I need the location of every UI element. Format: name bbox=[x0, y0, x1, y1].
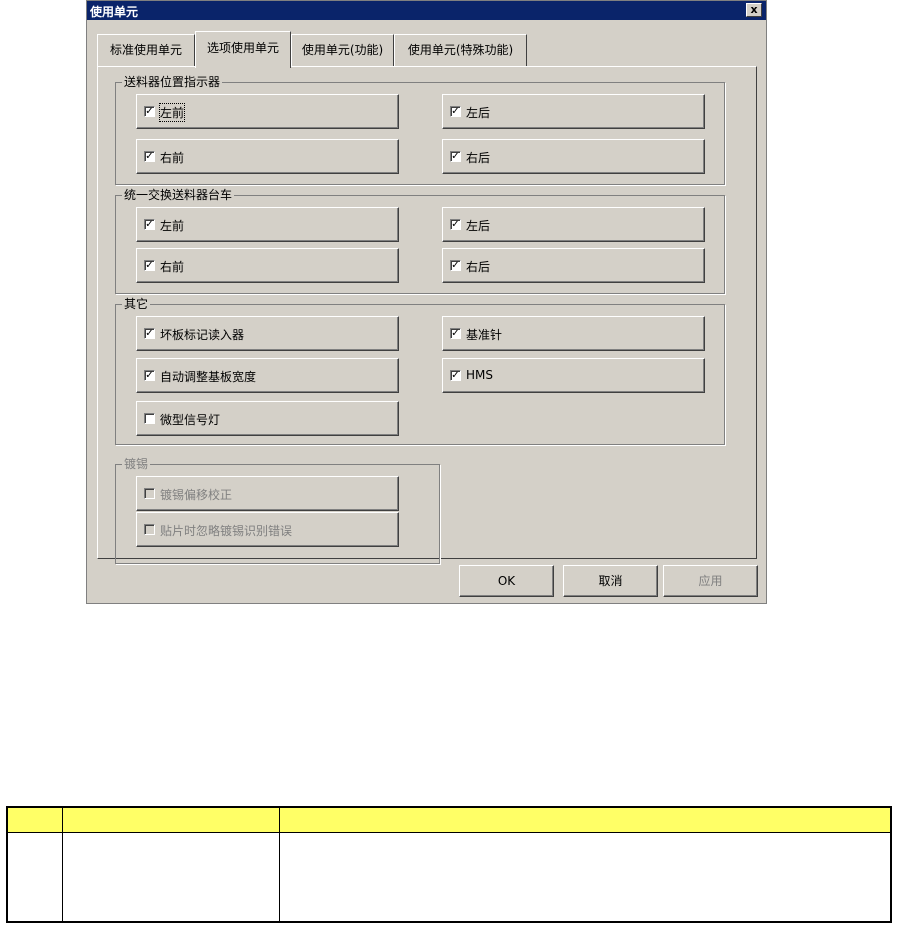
tab-label: 使用单元(特殊功能) bbox=[407, 43, 514, 57]
checkbox-right-front[interactable]: ✓ 右前 bbox=[136, 139, 399, 174]
close-button[interactable]: x bbox=[746, 3, 762, 17]
checkbox-label: 镀锡偏移校正 bbox=[160, 488, 233, 502]
dialog-title: 使用单元 bbox=[90, 5, 139, 19]
checkbox-indicator[interactable]: ✓ bbox=[450, 219, 461, 230]
checkbox-label: 右后 bbox=[466, 260, 491, 274]
checkbox-auto-board-width[interactable]: ✓ 自动调整基板宽度 bbox=[136, 358, 399, 393]
checkbox-indicator[interactable]: ✓ bbox=[144, 370, 155, 381]
table-header-cell bbox=[6, 806, 63, 833]
check-icon: ✓ bbox=[145, 151, 154, 162]
close-icon: x bbox=[750, 3, 758, 16]
checkbox-indicator[interactable]: ✓ bbox=[450, 328, 461, 339]
checkbox-hms[interactable]: ✓ HMS bbox=[442, 358, 705, 393]
checkbox-indicator[interactable]: ✓ bbox=[144, 260, 155, 271]
apply-button[interactable]: 应用 bbox=[663, 565, 758, 597]
check-icon: ✓ bbox=[145, 328, 154, 339]
checkbox-mini-signal-tower[interactable]: 微型信号灯 bbox=[136, 401, 399, 436]
checkbox-ignore-solder-recognition-error[interactable]: 贴片时忽略镀锡识别错误 bbox=[136, 512, 399, 547]
checkbox-label: 右前 bbox=[160, 151, 185, 165]
table-cell bbox=[279, 832, 892, 923]
tab-standard-units[interactable]: 标准使用单元 bbox=[97, 34, 195, 66]
checkbox-label: 基准针 bbox=[466, 328, 503, 342]
checkbox-left-front[interactable]: ✓ 左前 bbox=[136, 207, 399, 242]
table-cell bbox=[6, 832, 63, 923]
checkbox-label: 左后 bbox=[466, 106, 491, 120]
table-header-cell bbox=[62, 806, 280, 833]
checkbox-indicator[interactable]: ✓ bbox=[144, 219, 155, 230]
ok-button[interactable]: OK bbox=[459, 565, 554, 597]
checkbox-indicator[interactable] bbox=[144, 524, 155, 535]
check-icon: ✓ bbox=[451, 151, 460, 162]
tab-panel: 送料器位置指示器 ✓ 左前 ✓ 左后 ✓ 右前 ✓ 右后 统一交换送料器台车 ✓ bbox=[97, 66, 757, 564]
check-icon: ✓ bbox=[145, 219, 154, 230]
checkbox-indicator[interactable]: ✓ bbox=[144, 328, 155, 339]
tab-label: 使用单元(功能) bbox=[301, 43, 384, 57]
checkbox-reference-pin[interactable]: ✓ 基准针 bbox=[442, 316, 705, 351]
check-icon: ✓ bbox=[451, 328, 460, 339]
tab-units-functions[interactable]: 使用单元(功能) bbox=[291, 34, 394, 66]
group-label: 送料器位置指示器 bbox=[122, 75, 223, 89]
check-icon: ✓ bbox=[451, 106, 460, 117]
checkbox-left-rear[interactable]: ✓ 左后 bbox=[442, 207, 705, 242]
check-icon: ✓ bbox=[451, 219, 460, 230]
checkbox-label: 右后 bbox=[466, 151, 491, 165]
tab-units-special-functions[interactable]: 使用单元(特殊功能) bbox=[394, 34, 527, 66]
checkbox-indicator[interactable]: ✓ bbox=[450, 370, 461, 381]
checkbox-right-rear[interactable]: ✓ 右后 bbox=[442, 248, 705, 283]
checkbox-label: 贴片时忽略镀锡识别错误 bbox=[160, 524, 293, 538]
checkbox-right-front[interactable]: ✓ 右前 bbox=[136, 248, 399, 283]
checkbox-indicator[interactable] bbox=[144, 488, 155, 499]
checkbox-label: HMS bbox=[466, 368, 493, 382]
group-label: 其它 bbox=[122, 297, 151, 311]
feeder-position-indicator-group: 送料器位置指示器 ✓ 左前 ✓ 左后 ✓ 右前 ✓ 右后 bbox=[115, 75, 725, 185]
group-label: 统一交换送料器台车 bbox=[122, 188, 235, 202]
description-table bbox=[6, 806, 892, 923]
checkbox-indicator[interactable]: ✓ bbox=[450, 151, 461, 162]
use-unit-dialog: 使用单元 x 标准使用单元 选项使用单元 使用单元(功能) 使用单元(特殊功能)… bbox=[86, 0, 767, 604]
checkbox-indicator[interactable]: ✓ bbox=[144, 151, 155, 162]
table-header-row bbox=[6, 806, 892, 833]
checkbox-left-front[interactable]: ✓ 左前 bbox=[136, 94, 399, 129]
checkbox-label: 自动调整基板宽度 bbox=[160, 370, 257, 384]
cancel-button[interactable]: 取消 bbox=[563, 565, 658, 597]
check-icon: ✓ bbox=[145, 370, 154, 381]
checkbox-indicator[interactable]: ✓ bbox=[144, 106, 155, 117]
table-cell bbox=[62, 832, 280, 923]
checkbox-label: 右前 bbox=[160, 260, 185, 274]
checkbox-label: 左前 bbox=[158, 103, 186, 122]
tab-label: 标准使用单元 bbox=[109, 43, 182, 57]
check-icon: ✓ bbox=[145, 260, 154, 271]
checkbox-indicator[interactable] bbox=[144, 413, 155, 424]
table-row bbox=[6, 832, 892, 923]
title-bar[interactable]: 使用单元 x bbox=[87, 1, 766, 20]
checkbox-label: 左后 bbox=[466, 219, 491, 233]
table-header-cell bbox=[279, 806, 892, 833]
other-group: 其它 ✓ 坏板标记读入器 ✓ 基准针 ✓ 自动调整基板宽度 ✓ HMS 微型信号… bbox=[115, 297, 725, 445]
tab-optional-units[interactable]: 选项使用单元 bbox=[195, 31, 291, 68]
check-icon: ✓ bbox=[451, 370, 460, 381]
bulk-exchange-cart-group: 统一交换送料器台车 ✓ 左前 ✓ 左后 ✓ 右前 ✓ 右后 bbox=[115, 188, 725, 294]
checkbox-indicator[interactable]: ✓ bbox=[450, 106, 461, 117]
group-label: 镀锡 bbox=[122, 457, 151, 471]
checkbox-bad-mark-reader[interactable]: ✓ 坏板标记读入器 bbox=[136, 316, 399, 351]
checkbox-left-rear[interactable]: ✓ 左后 bbox=[442, 94, 705, 129]
checkbox-solder-offset-correction[interactable]: 镀锡偏移校正 bbox=[136, 476, 399, 511]
checkbox-label: 微型信号灯 bbox=[160, 413, 221, 427]
checkbox-indicator[interactable]: ✓ bbox=[450, 260, 461, 271]
tab-label: 选项使用单元 bbox=[206, 41, 279, 55]
solder-group: 镀锡 镀锡偏移校正 贴片时忽略镀锡识别错误 bbox=[115, 457, 440, 564]
check-icon: ✓ bbox=[451, 260, 460, 271]
checkbox-right-rear[interactable]: ✓ 右后 bbox=[442, 139, 705, 174]
checkbox-label: 左前 bbox=[160, 219, 185, 233]
checkbox-label: 坏板标记读入器 bbox=[160, 328, 245, 342]
check-icon: ✓ bbox=[145, 106, 154, 117]
